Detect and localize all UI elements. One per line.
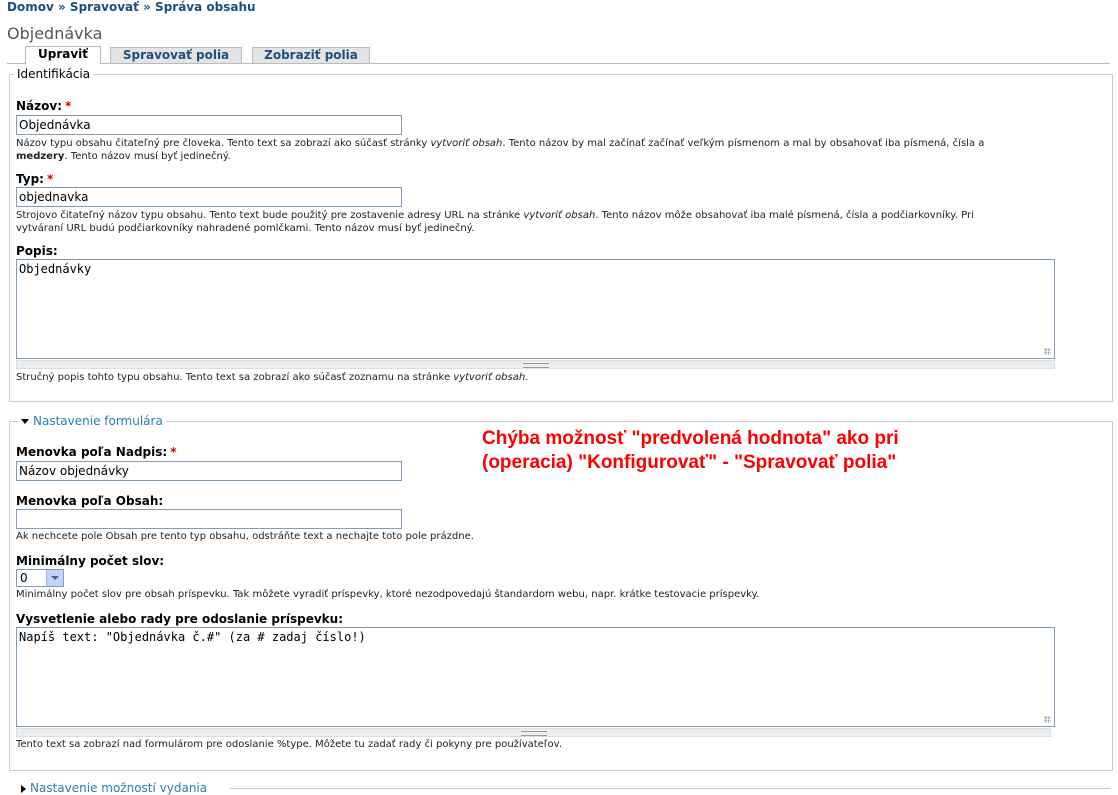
- type-desc-part: vytváraní URL budú podčiarkovníky nahrad…: [16, 223, 475, 234]
- type-desc-part: Strojovo čitateľný názov typu obsahu. Te…: [16, 210, 524, 221]
- annotation-line-1: Chýba možnosť "predvolená hodnota" ako p…: [482, 428, 899, 449]
- collapse-triangle-icon: [21, 419, 29, 424]
- name-desc-part: Názov typu obsahu čitateľný pre človeka.…: [16, 138, 431, 149]
- form-settings-legend-text: Nastavenie formulára: [33, 414, 163, 428]
- breadcrumb-home-link[interactable]: Domov: [7, 0, 54, 14]
- identification-legend: Identifikácia: [14, 67, 94, 81]
- tab-manage-fields[interactable]: Spravovať polia: [110, 47, 242, 63]
- breadcrumb-separator: »: [57, 0, 66, 14]
- grip-lines-icon: [520, 731, 547, 736]
- required-marker: *: [46, 172, 54, 186]
- min-words-value: 0: [20, 571, 28, 585]
- breadcrumb-administer-link[interactable]: Spravovať: [70, 0, 139, 14]
- help-grippie[interactable]: [16, 728, 1051, 737]
- publishing-legend[interactable]: Nastavenie možností vydania: [18, 781, 211, 795]
- name-desc-strong: medzery: [16, 151, 65, 162]
- help-description: Tento text sa zobrazí nad formulárom pre…: [16, 739, 562, 750]
- desc-help-link-text: vytvoriť obsah: [453, 372, 526, 383]
- type-desc-part: . Tento názov môže obsahovať iba malé pí…: [595, 210, 974, 221]
- description-grippie[interactable]: [16, 360, 1055, 369]
- body-field-label: Menovka poľa Obsah:: [16, 494, 164, 508]
- tab-bar: Upraviť Spravovať polia Zobraziť polia: [7, 46, 1110, 64]
- resize-handle-icon[interactable]: [1043, 347, 1052, 356]
- chevron-down-icon[interactable]: [46, 570, 63, 586]
- type-desc-link-text: vytvoriť obsah: [523, 210, 596, 221]
- resize-handle-icon[interactable]: [1043, 715, 1052, 724]
- page-title: Objednávka: [7, 24, 103, 43]
- min-words-select[interactable]: 0: [16, 569, 64, 587]
- body-field-input[interactable]: [16, 509, 402, 529]
- name-label-text: Názov:: [16, 99, 62, 113]
- type-input[interactable]: [16, 187, 402, 207]
- expand-triangle-icon: [21, 784, 26, 793]
- tab-display-fields[interactable]: Zobraziť polia: [252, 47, 370, 63]
- name-desc-link-text: vytvoriť obsah: [430, 138, 503, 149]
- form-settings-legend[interactable]: Nastavenie formulára: [18, 414, 166, 428]
- breadcrumb-content-management-link[interactable]: Správa obsahu: [155, 0, 256, 14]
- annotation-line-2: (operacia) "Konfigurovať" - "Spravovať p…: [482, 452, 897, 473]
- description-textarea[interactable]: Objednávky: [16, 259, 1055, 359]
- type-description: Strojovo čitateľný názov typu obsahu. Te…: [16, 209, 1106, 235]
- name-desc-part: . Tento názov by mal začínať začínať veľ…: [502, 138, 985, 149]
- title-field-label-text: Menovka poľa Nadpis:: [16, 445, 168, 459]
- type-label-text: Typ:: [16, 172, 44, 186]
- min-words-label: Minimálny počet slov:: [16, 554, 165, 568]
- body-field-description: Ak nechcete pole Obsah pre tento typ obs…: [16, 531, 474, 542]
- annotation-note: Chýba možnosť "predvolená hodnota" ako p…: [482, 427, 899, 475]
- description-help: Stručný popis tohto typu obsahu. Tento t…: [16, 371, 1106, 384]
- desc-help-part: .: [525, 372, 529, 383]
- name-desc-part: . Tento názov musí byť jedinečný.: [64, 151, 231, 162]
- desc-help-part: Stručný popis tohto typu obsahu. Tento t…: [16, 372, 454, 383]
- grip-lines-icon: [522, 363, 549, 368]
- help-textarea[interactable]: Napíš text: "Objednávka č.#" (za # zadaj…: [16, 627, 1055, 727]
- tab-edit[interactable]: Upraviť: [25, 46, 101, 64]
- required-marker: *: [170, 445, 177, 459]
- name-description: Názov typu obsahu čitateľný pre človeka.…: [16, 137, 1106, 163]
- description-label: Popis:: [16, 244, 58, 258]
- required-marker: *: [65, 99, 72, 113]
- help-label: Vysvetlenie alebo rady pre odoslanie prí…: [16, 612, 344, 626]
- min-words-description: Minimálny počet slov pre obsah príspevku…: [16, 589, 760, 600]
- breadcrumb: Domov » Spravovať » Správa obsahu: [7, 0, 256, 14]
- type-label: Typ: *: [16, 172, 53, 186]
- publishing-fieldset-border: [230, 788, 1110, 789]
- publishing-legend-text: Nastavenie možností vydania: [30, 781, 208, 795]
- name-input[interactable]: [16, 115, 402, 135]
- breadcrumb-separator: »: [143, 0, 151, 14]
- name-label: Názov: *: [16, 99, 71, 113]
- title-field-input[interactable]: [16, 461, 402, 481]
- title-field-label: Menovka poľa Nadpis: *: [16, 445, 176, 459]
